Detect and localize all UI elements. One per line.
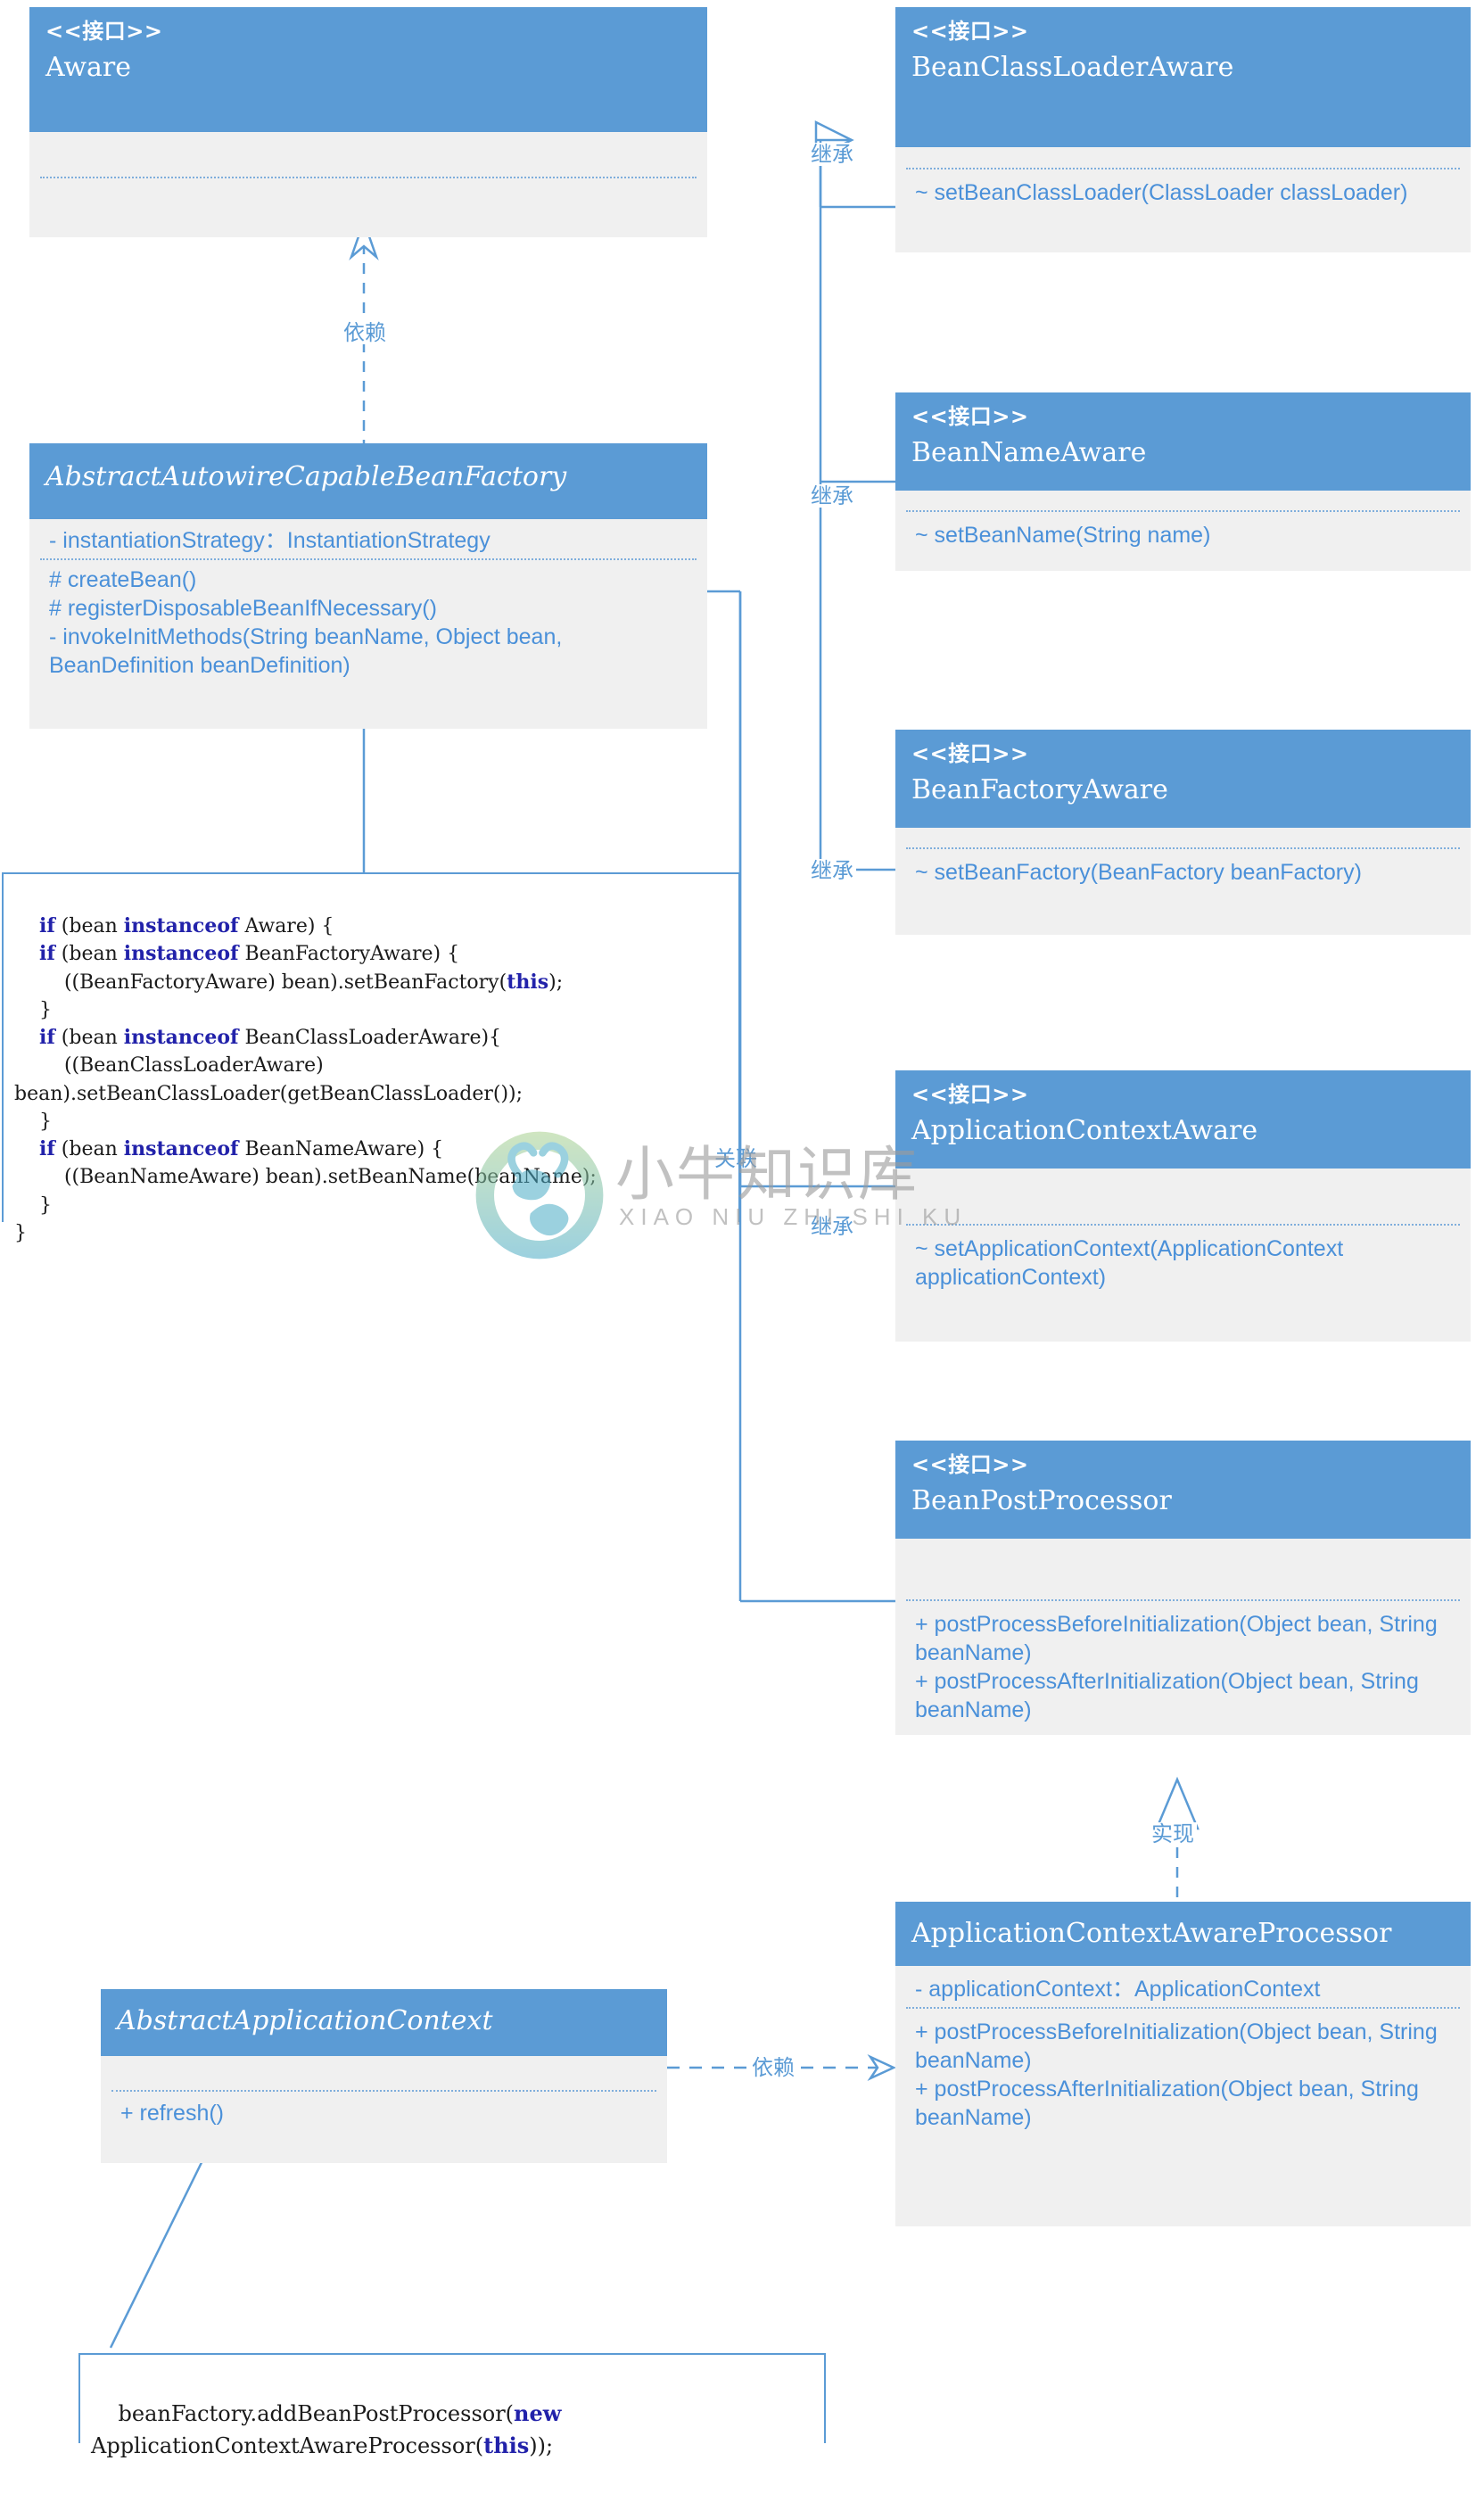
- code-line: if (bean instanceof Aware) { if (bean in…: [14, 914, 597, 1244]
- class-beanfactoryaware-header: <<接口>> BeanFactoryAware: [895, 730, 1471, 828]
- code-block-register-processor: beanFactory.addBeanPostProcessor(new App…: [78, 2353, 826, 2458]
- operation-item: ~ setBeanClassLoader(ClassLoader classLo…: [915, 180, 1408, 205]
- attribute-item: - applicationContext：ApplicationContext: [915, 1977, 1321, 2002]
- stereotype-label: <<接口>>: [911, 1452, 1029, 1477]
- operation-list: # createBean() # registerDisposableBeanI…: [29, 560, 707, 689]
- class-abstractapplicationcontext-body: + refresh(): [101, 2056, 667, 2163]
- operation-list: + postProcessBeforeInitialization(Object…: [895, 1601, 1471, 1733]
- edge-label-inherit-bfa: 继承: [808, 859, 856, 882]
- operation-item: + postProcessBeforeInitialization(Object…: [915, 1612, 1438, 1665]
- edge-refresh-to-code: [109, 2143, 212, 2349]
- class-name: BeanClassLoaderAware: [911, 52, 1234, 83]
- class-beannameaware-body: ~ setBeanName(String name): [895, 491, 1471, 571]
- class-applicationcontextaware-header: <<接口>> ApplicationContextAware: [895, 1070, 1471, 1169]
- attrs-empty: [101, 2056, 667, 2090]
- class-applicationcontextawareprocessor[interactable]: ApplicationContextAwareProcessor - appli…: [895, 1902, 1471, 2226]
- class-aware-header: <<接口>> Aware: [29, 7, 707, 132]
- class-beanfactoryaware-body: ~ setBeanFactory(BeanFactory beanFactory…: [895, 828, 1471, 935]
- code-line: beanFactory.addBeanPostProcessor(new App…: [91, 2400, 562, 2458]
- operation-item: ~ setBeanName(String name): [915, 523, 1211, 548]
- attrs-empty: [895, 1539, 1471, 1599]
- class-abstractapplicationcontext[interactable]: AbstractApplicationContext + refresh(): [101, 1989, 667, 2163]
- stereotype-label: <<接口>>: [911, 1082, 1029, 1107]
- class-beannameaware-header: <<接口>> BeanNameAware: [895, 392, 1471, 491]
- class-name: AbstractApplicationContext: [117, 2005, 493, 2036]
- class-name: ApplicationContextAware: [911, 1115, 1258, 1146]
- class-abstractautowirecapablebeanfactory-header: AbstractAutowireCapableBeanFactory: [29, 443, 707, 519]
- attrs-empty: [895, 828, 1471, 847]
- class-beanpostprocessor-header: <<接口>> BeanPostProcessor: [895, 1441, 1471, 1539]
- stereotype-label: <<接口>>: [911, 741, 1029, 766]
- class-name: BeanPostProcessor: [911, 1485, 1172, 1516]
- operation-list: + postProcessBeforeInitialization(Object…: [895, 2009, 1471, 2141]
- edge-label-inherit-bna: 继承: [808, 484, 856, 508]
- class-beanfactoryaware[interactable]: <<接口>> BeanFactoryAware ~ setBeanFactory…: [895, 730, 1471, 935]
- class-name: BeanNameAware: [911, 437, 1147, 468]
- attrs-empty: [29, 132, 707, 177]
- class-abstractautowirecapablebeanfactory[interactable]: AbstractAutowireCapableBeanFactory - ins…: [29, 443, 707, 729]
- operation-item: + postProcessAfterInitialization(Object …: [915, 2077, 1419, 2130]
- edge-label-implement-acap: 实现: [1149, 1822, 1197, 1846]
- operation-item: ~ setBeanFactory(BeanFactory beanFactory…: [915, 860, 1362, 885]
- operation-item: - invokeInitMethods(String beanName, Obj…: [49, 624, 563, 678]
- edge-label-associate-code: 关联: [714, 1146, 757, 1171]
- operation-item: + postProcessAfterInitialization(Object …: [915, 1669, 1419, 1722]
- attribute-item: - instantiationStrategy：InstantiationStr…: [49, 528, 491, 553]
- attrs-empty: [895, 491, 1471, 510]
- stereotype-label: <<接口>>: [911, 404, 1029, 429]
- attrs-empty: [895, 147, 1471, 168]
- operation-item: # createBean(): [49, 567, 197, 592]
- stereotype-label: <<接口>>: [45, 19, 163, 44]
- class-aware[interactable]: <<接口>> Aware: [29, 7, 707, 237]
- attrs-empty: [895, 1169, 1471, 1224]
- class-beanclassloaderaware-body: ~ setBeanClassLoader(ClassLoader classLo…: [895, 147, 1471, 252]
- class-abstractautowirecapablebeanfactory-body: - instantiationStrategy：InstantiationStr…: [29, 519, 707, 729]
- class-applicationcontextaware[interactable]: <<接口>> ApplicationContextAware ~ setAppl…: [895, 1070, 1471, 1342]
- edge-label-depend-context: 依赖: [749, 2056, 797, 2079]
- class-applicationcontextawareprocessor-header: ApplicationContextAwareProcessor: [895, 1902, 1471, 1966]
- class-applicationcontextawareprocessor-body: - applicationContext：ApplicationContext …: [895, 1966, 1471, 2226]
- class-beanpostprocessor-body: + postProcessBeforeInitialization(Object…: [895, 1539, 1471, 1735]
- operation-item: ~ setApplicationContext(ApplicationConte…: [915, 1236, 1344, 1290]
- code-block-aware-dispatch: if (bean instanceof Aware) { if (bean in…: [2, 872, 740, 1244]
- class-applicationcontextaware-body: ~ setApplicationContext(ApplicationConte…: [895, 1169, 1471, 1342]
- class-name: Aware: [45, 52, 131, 83]
- class-abstractapplicationcontext-header: AbstractApplicationContext: [101, 1989, 667, 2056]
- edge-label-depend-aware: 依赖: [341, 321, 389, 344]
- operation-item: + postProcessBeforeInitialization(Object…: [915, 2019, 1438, 2073]
- class-aware-body: [29, 132, 707, 237]
- class-name: ApplicationContextAwareProcessor: [911, 1918, 1392, 1949]
- class-name: AbstractAutowireCapableBeanFactory: [45, 461, 567, 492]
- edge-label-inherit-aca: 继承: [811, 1214, 853, 1239]
- stereotype-label: <<接口>>: [911, 19, 1029, 44]
- class-beanclassloaderaware[interactable]: <<接口>> BeanClassLoaderAware ~ setBeanCla…: [895, 7, 1471, 252]
- class-beannameaware[interactable]: <<接口>> BeanNameAware ~ setBeanName(Strin…: [895, 392, 1471, 571]
- operation-item: # registerDisposableBeanIfNecessary(): [49, 596, 437, 621]
- edge-label-inherit-bcla: 继承: [808, 143, 856, 166]
- ops-empty: [29, 178, 707, 223]
- class-name: BeanFactoryAware: [911, 774, 1168, 805]
- diagram-canvas: <<接口>> Aware <<接口>> BeanClassLoaderAware…: [0, 0, 1484, 2458]
- class-beanpostprocessor[interactable]: <<接口>> BeanPostProcessor + postProcessBe…: [895, 1441, 1471, 1735]
- operation-item: + refresh(): [120, 2101, 225, 2126]
- class-beanclassloaderaware-header: <<接口>> BeanClassLoaderAware: [895, 7, 1471, 147]
